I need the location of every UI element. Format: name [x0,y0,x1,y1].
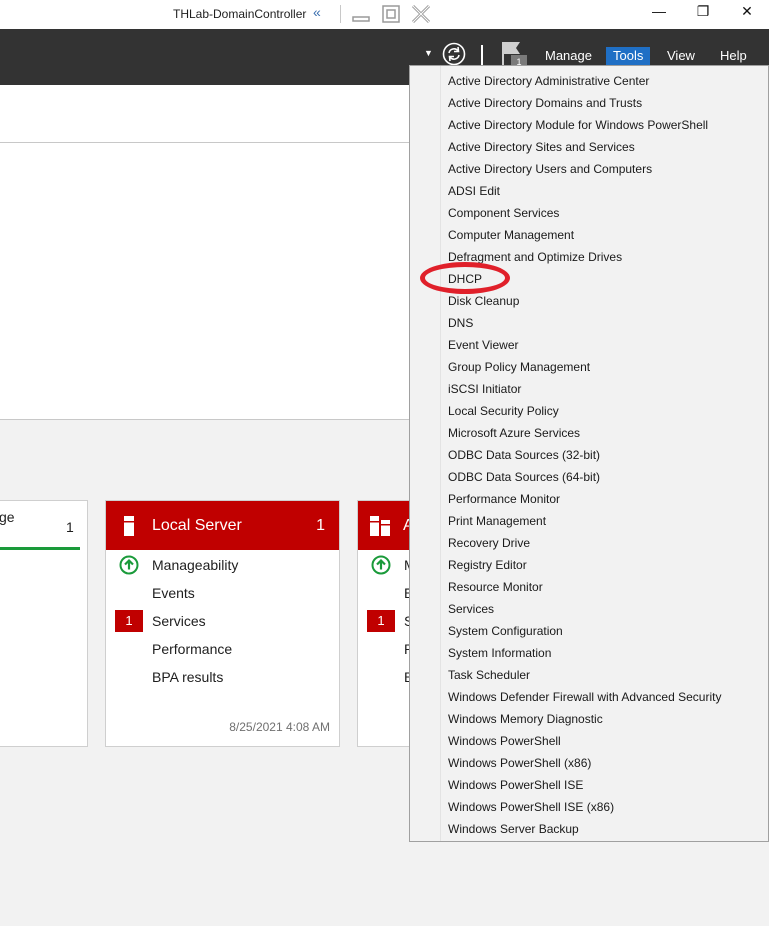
remote-connection-title: THLab-DomainController [173,7,307,21]
menu-manage[interactable]: Manage [545,47,592,67]
tile-timestamp: 8/25/2021 4:08 AM [229,720,330,734]
tools-menu-item-dns[interactable]: DNS [448,313,721,335]
tools-menu-item-event-viewer[interactable]: Event Viewer [448,335,721,357]
tools-menu-item-adsi-edit[interactable]: ADSI Edit [448,181,721,203]
tools-menu-item-registry-editor[interactable]: Registry Editor [448,555,721,577]
rdp-close-icon[interactable] [410,3,432,25]
tile-partial-left[interactable]: ge 1 [0,500,88,747]
tile-header[interactable]: A [358,501,416,550]
services-alert-badge: 1 [367,610,395,632]
tile-title: Local Server [152,517,242,534]
row-services[interactable]: Services [152,613,206,629]
tools-menu-item-performance-monitor[interactable]: Performance Monitor [448,489,721,511]
tile-partial-right[interactable]: A M E 1 S P B [357,500,417,747]
menu-view[interactable]: View [667,47,695,67]
servers-icon [370,516,390,536]
tools-menu-item-active-directory-module-for-windows-powershell[interactable]: Active Directory Module for Windows Powe… [448,115,721,137]
tools-menu-item-computer-management[interactable]: Computer Management [448,225,721,247]
tile-partial-count: 1 [66,519,74,535]
tools-menu-item-disk-cleanup[interactable]: Disk Cleanup [448,291,721,313]
rdp-restore-icon[interactable] [380,3,402,25]
tools-menu-item-active-directory-domains-and-trusts[interactable]: Active Directory Domains and Trusts [448,93,721,115]
row-bpa-results[interactable]: BPA results [152,669,223,685]
services-alert-badge: 1 [115,610,143,632]
tile-partial-title: ge [0,509,15,525]
tile-count: 1 [316,517,325,534]
manageability-ok-icon [119,555,139,575]
tile-local-server[interactable]: Local Server 1 Manageability Events 1 Se… [105,500,340,747]
tools-menu-item-windows-memory-diagnostic[interactable]: Windows Memory Diagnostic [448,709,721,731]
tools-menu-item-windows-server-backup[interactable]: Windows Server Backup [448,819,721,841]
header-separator [481,45,483,65]
menu-icon-gutter [410,66,441,841]
tools-menu-item-recovery-drive[interactable]: Recovery Drive [448,533,721,555]
tools-menu-item-task-scheduler[interactable]: Task Scheduler [448,665,721,687]
remote-desktop-bar: THLab-DomainController « [0,0,436,29]
refresh-icon[interactable] [442,42,466,66]
status-ok-bar [0,547,80,550]
tools-menu-item-active-directory-users-and-computers[interactable]: Active Directory Users and Computers [448,159,721,181]
tools-menu-item-print-management[interactable]: Print Management [448,511,721,533]
tools-menu-item-group-policy-management[interactable]: Group Policy Management [448,357,721,379]
row-events[interactable]: Events [152,585,195,601]
manageability-ok-icon [371,555,391,575]
menu-tools[interactable]: Tools [606,47,651,67]
tools-menu-list: Active Directory Administrative Center Ac… [448,71,721,841]
tools-menu-item-active-directory-administrative-center[interactable]: Active Directory Administrative Center [448,71,721,93]
minimize-icon[interactable]: — [636,0,682,25]
tools-menu-item-local-security-policy[interactable]: Local Security Policy [448,401,721,423]
tools-menu-item-odbc-data-sources-64-bit[interactable]: ODBC Data Sources (64-bit) [448,467,721,489]
tools-menu-item-services[interactable]: Services [448,599,721,621]
restore-icon[interactable]: ❐ [680,0,726,25]
tools-menu-item-component-services[interactable]: Component Services [448,203,721,225]
row-manageability[interactable]: Manageability [152,557,238,573]
tools-menu-item-microsoft-azure-services[interactable]: Microsoft Azure Services [448,423,721,445]
server-icon [124,516,134,536]
notifications-flag-icon[interactable]: 1 [500,40,528,68]
double-chevron-left-icon[interactable]: « [313,4,321,20]
tools-menu-item-system-configuration[interactable]: System Configuration [448,621,721,643]
tools-menu-item-iscsi-initiator[interactable]: iSCSI Initiator [448,379,721,401]
rdp-separator [340,5,341,23]
tile-header[interactable]: Local Server 1 [106,501,339,550]
tools-menu-item-windows-powershell[interactable]: Windows PowerShell [448,731,721,753]
tools-menu-item-active-directory-sites-and-services[interactable]: Active Directory Sites and Services [448,137,721,159]
breadcrumb-dropdown-icon[interactable]: ▼ [424,48,433,58]
tools-menu-item-odbc-data-sources-32-bit[interactable]: ODBC Data Sources (32-bit) [448,445,721,467]
tools-menu-item-system-information[interactable]: System Information [448,643,721,665]
tools-menu-item-windows-defender-firewall-with-advanced-security[interactable]: Windows Defender Firewall with Advanced … [448,687,721,709]
dhcp-highlight-annotation [420,262,510,294]
tools-menu-item-windows-powershell-x86[interactable]: Windows PowerShell (x86) [448,753,721,775]
close-icon[interactable]: ✕ [724,0,769,25]
menu-help[interactable]: Help [720,47,747,67]
row-performance[interactable]: Performance [152,641,232,657]
welcome-panel [0,143,409,420]
window-caption: — ❐ ✕ [436,0,769,29]
tools-menu: Active Directory Administrative Center Ac… [409,65,769,842]
tools-menu-item-resource-monitor[interactable]: Resource Monitor [448,577,721,599]
tools-menu-item-windows-powershell-ise-x86[interactable]: Windows PowerShell ISE (x86) [448,797,721,819]
tools-menu-item-windows-powershell-ise[interactable]: Windows PowerShell ISE [448,775,721,797]
rdp-minimize-icon[interactable] [350,3,372,25]
